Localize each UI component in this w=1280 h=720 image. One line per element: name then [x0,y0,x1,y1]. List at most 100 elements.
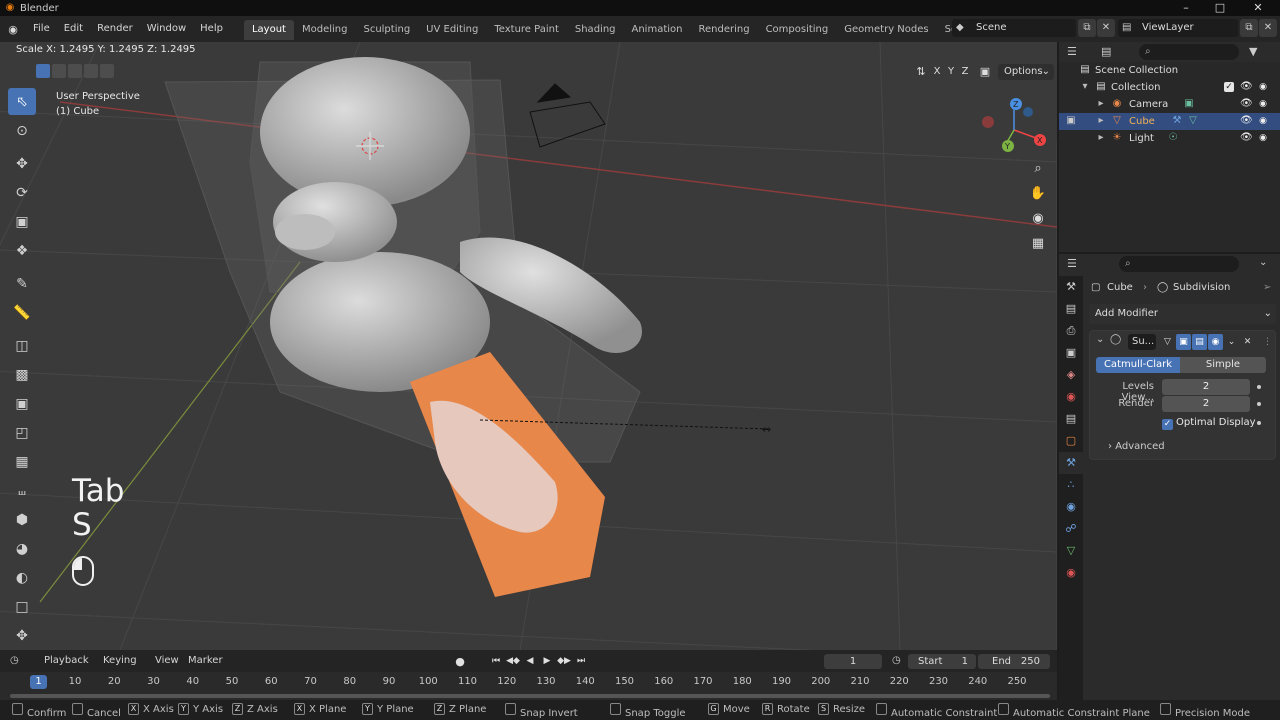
view-layer-tab-icon[interactable]: ▣ [1059,342,1083,364]
modifier-name-field[interactable]: Su... [1128,334,1156,350]
timeline-scrollbar[interactable] [10,694,1050,698]
tab-layout[interactable]: Layout [243,20,294,40]
knife-icon[interactable]: ⧢ [8,477,36,504]
material-tab-icon[interactable]: ◉ [1059,562,1083,584]
drag-handle-icon[interactable]: ⋮ [1260,334,1275,350]
object-tab-icon[interactable]: ▢ [1059,430,1083,452]
tab-sculpting[interactable]: Sculpting [355,20,418,40]
menu-render[interactable]: Render [90,16,140,42]
menu-window[interactable]: Window [140,16,193,42]
tab-uv-editing[interactable]: UV Editing [418,20,486,40]
outliner-item-cube[interactable]: ▣ ▸ ▽ Cube ⚒ ▽ 👁 ◉ [1059,113,1280,130]
tool-tab-icon[interactable]: ⚒ [1059,276,1083,298]
render-tab-icon[interactable]: ▤ [1059,298,1083,320]
tab-geometry-nodes[interactable]: Geometry Nodes [836,20,936,40]
select-subtract-icon[interactable] [68,64,82,78]
outliner-item-light[interactable]: ▸ ☀ Light ☉ 👁 ◉ [1059,130,1280,147]
prev-keyframe-icon[interactable]: ◀◆ [505,655,521,668]
view-layer-selector[interactable]: ▤ ViewLayer [1118,19,1238,37]
levels-viewport-field[interactable]: 2 [1162,379,1250,395]
optimal-display-checkbox[interactable]: ✓ Optimal Display [1162,417,1256,430]
maximize-icon[interactable]: □ [1202,0,1238,16]
scene-tab-icon[interactable]: ◈ [1059,364,1083,386]
delete-view-layer-icon[interactable]: ✕ [1259,19,1277,37]
data-tab-icon[interactable]: ▽ [1059,540,1083,562]
camera-view-icon[interactable]: ◉ [1027,208,1049,230]
select-box-icon[interactable]: ⬁ [8,88,36,115]
playhead[interactable]: 1 [30,675,47,689]
keyframe-dot-icon[interactable] [1257,402,1261,406]
scene-selector[interactable]: ◆ Scene [952,19,1076,37]
annotate-icon[interactable]: ✎ [8,270,36,297]
select-intersect-icon[interactable] [100,64,114,78]
outliner-item-camera[interactable]: ▸ ◉ Camera ▣ 👁 ◉ [1059,96,1280,113]
3d-viewport[interactable]: ↔ Scale X: 1.2495 Y: 1.2495 Z: 1.2495 ⇅ … [0,42,1057,650]
axis-y-toggle[interactable]: Y [944,64,958,80]
shrink-fatten-icon[interactable]: ✥ [8,622,36,649]
particles-tab-icon[interactable]: ∴ [1059,474,1083,496]
axis-z-toggle[interactable]: Z [958,64,972,80]
measure-icon[interactable]: 📏 [8,299,36,326]
collapse-arrow-icon[interactable]: ⌄ [1096,334,1104,345]
start-frame-field[interactable]: Start 1 [908,654,976,669]
move-icon[interactable]: ✥ [8,150,36,177]
smooth-icon[interactable]: ◐ [8,564,36,591]
axis-x-toggle[interactable]: X [930,64,944,80]
play-icon[interactable]: ▶ [539,655,555,668]
outliner-search[interactable]: ⌕ [1139,44,1239,60]
render-levels-field[interactable]: 2 [1162,396,1250,412]
view-menu[interactable]: View [155,654,179,668]
pan-hand-icon[interactable]: ✋ [1027,183,1049,205]
modifier-tab-icon[interactable]: ⚒ [1059,452,1083,474]
select-new-icon[interactable] [36,64,50,78]
transform-icon[interactable]: ❖ [8,237,36,264]
next-keyframe-icon[interactable]: ◆▶ [556,655,572,668]
keyframe-dot-icon[interactable] [1257,421,1261,425]
collection-checkbox[interactable]: ✓ [1224,82,1234,92]
pin-icon[interactable]: ➢ [1263,276,1271,300]
tab-shading[interactable]: Shading [567,20,624,40]
advanced-section[interactable]: › Advanced [1108,441,1165,452]
loop-cut-icon[interactable]: ▦ [8,448,36,475]
jump-start-icon[interactable]: ⏮ [488,655,504,668]
close-icon[interactable]: ✕ [1240,0,1276,16]
camera-render-icon[interactable]: ◉ [1257,98,1269,110]
camera-render-icon[interactable]: ◉ [1257,115,1269,127]
filter-icon[interactable]: ▼ [1249,45,1257,58]
menu-help[interactable]: Help [193,16,230,42]
bevel-icon[interactable]: ◰ [8,419,36,446]
poly-build-icon[interactable]: ⬢ [8,506,36,533]
edge-slide-icon[interactable]: □ [8,593,36,620]
close-icon[interactable]: ✕ [1240,334,1255,350]
snap-icon[interactable]: ▣ [978,64,992,80]
ortho-grid-icon[interactable]: ▦ [1027,233,1049,255]
render-toggle-icon[interactable]: ◉ [1208,334,1223,350]
end-frame-field[interactable]: End 250 [978,654,1050,669]
on-cage-icon[interactable]: ▽ [1160,334,1175,350]
menu-edit[interactable]: Edit [57,16,90,42]
chevron-down-icon[interactable]: ⌄ [1259,257,1267,268]
mirror-icon[interactable]: ⇅ [914,64,928,80]
cursor-icon[interactable]: ⊙ [8,117,36,144]
edit-mode-toggle-icon[interactable]: ▣ [1176,334,1191,350]
rotate-icon[interactable]: ⟳ [8,179,36,206]
play-reverse-icon[interactable]: ◀ [522,655,538,668]
frame-ruler[interactable]: 1 10 20 30 40 50 60 70 80 90 100 110 120 130 140 150 16… [0,672,1057,692]
scale-icon[interactable]: ▣ [8,208,36,235]
spin-icon[interactable]: ◕ [8,535,36,562]
eye-icon[interactable]: 👁 [1240,81,1253,93]
simple-button[interactable]: Simple [1180,357,1266,373]
eye-icon[interactable]: 👁 [1240,115,1253,127]
collection-tab-icon[interactable]: ▤ [1059,408,1083,430]
new-scene-icon[interactable]: ⧉ [1078,19,1096,37]
current-frame-field[interactable]: 1 [824,654,882,669]
select-invert-icon[interactable] [84,64,98,78]
expand-arrow-icon[interactable]: ▸ [1095,98,1107,110]
outliner-scene-collection[interactable]: ▤ Scene Collection [1059,62,1280,79]
expand-arrow-icon[interactable]: ▾ [1079,81,1091,93]
output-tab-icon[interactable]: ⎙ [1059,320,1083,342]
inset-icon[interactable]: ▣ [8,390,36,417]
tab-rendering[interactable]: Rendering [690,20,757,40]
properties-editor-icon[interactable]: ☰ [1067,257,1077,270]
add-modifier-button[interactable]: Add Modifier ⌄ [1089,304,1276,324]
